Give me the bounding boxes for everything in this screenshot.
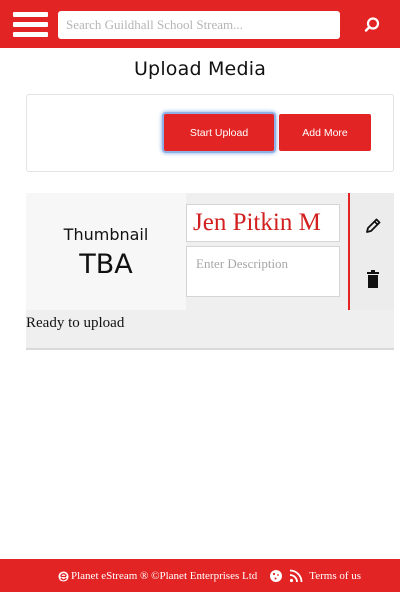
terms-link[interactable]: Terms of us [309, 570, 361, 582]
rss-icon[interactable] [289, 569, 303, 583]
search-icon [364, 17, 380, 32]
media-actions [348, 193, 394, 310]
trash-icon[interactable] [366, 270, 380, 288]
add-more-button[interactable]: Add More [279, 114, 371, 151]
upload-status: Ready to upload [26, 315, 125, 331]
thumbnail-label: Thumbnail [63, 225, 149, 244]
search-button[interactable] [350, 11, 394, 39]
footer: Planet eStream ® ©Planet Enterprises Ltd… [0, 559, 400, 592]
top-bar [0, 0, 400, 48]
page-title: Upload Media [133, 58, 267, 80]
pencil-icon[interactable] [364, 217, 382, 235]
planet-estream-logo-icon [58, 570, 69, 582]
upload-panel: Start Upload Add More [26, 94, 394, 172]
thumbnail-status: TBA [79, 249, 133, 280]
media-title-field[interactable]: Jen Pitkin M [186, 204, 340, 242]
description-field[interactable] [186, 246, 340, 297]
footer-brand: Planet eStream ® ©Planet Enterprises Ltd [71, 570, 258, 582]
hamburger-icon[interactable] [13, 12, 48, 38]
cookie-icon[interactable] [269, 569, 283, 583]
search-input[interactable] [58, 11, 340, 39]
start-upload-button[interactable]: Start Upload [164, 114, 274, 151]
media-item-card: Thumbnail TBA Jen Pitkin M Ready to uplo… [26, 193, 394, 350]
thumbnail-placeholder: Thumbnail TBA [26, 193, 186, 310]
